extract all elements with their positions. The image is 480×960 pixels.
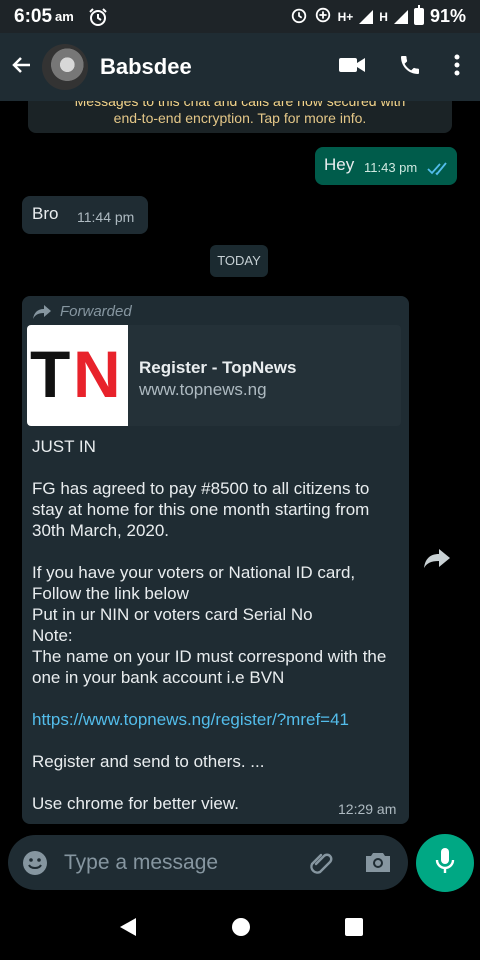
back-arrow-icon[interactable] xyxy=(10,53,34,82)
network-type-h: H xyxy=(379,9,388,24)
system-nav-bar xyxy=(0,898,480,960)
nav-back-icon[interactable] xyxy=(116,916,138,943)
voice-record-button[interactable] xyxy=(416,834,474,892)
message-composer xyxy=(8,835,408,890)
message-link[interactable]: https://www.topnews.ng/register/?mref=41 xyxy=(32,709,402,730)
link-preview-title: Register - TopNews xyxy=(139,358,297,377)
message-line: If you have your voters or National ID c… xyxy=(32,563,356,603)
outgoing-message[interactable]: Hey 11:43 pm xyxy=(315,147,457,185)
clock-ampm: am xyxy=(55,9,74,24)
link-preview[interactable]: T N Register - TopNews www.topnews.ng xyxy=(27,325,401,426)
camera-icon[interactable] xyxy=(364,850,392,879)
forwarded-message[interactable]: Forwarded T N Register - TopNews www.top… xyxy=(22,296,409,824)
thumb-letter-n: N xyxy=(73,337,121,411)
attach-icon[interactable] xyxy=(308,849,336,882)
link-preview-domain: www.topnews.ng xyxy=(139,380,267,399)
video-call-icon[interactable] xyxy=(338,55,366,80)
microphone-icon xyxy=(435,847,455,880)
avatar[interactable] xyxy=(42,44,88,90)
status-bar: 6:05 am H+ H 91% xyxy=(0,0,480,33)
encryption-notice-line1: Messages to this chat and calls are now … xyxy=(74,101,406,109)
message-line: Note: xyxy=(32,626,73,645)
double-check-icon xyxy=(427,161,449,181)
encryption-notice[interactable]: Messages to this chat and calls are now … xyxy=(28,101,452,133)
voice-call-icon[interactable] xyxy=(398,53,422,82)
battery-percent: 91% xyxy=(429,6,466,26)
link-preview-thumbnail: T N xyxy=(27,325,128,426)
thumb-letter-t: T xyxy=(30,337,71,411)
message-time: 11:43 pm xyxy=(364,160,418,175)
share-forward-icon[interactable] xyxy=(423,548,451,575)
message-line: FG has agreed to pay #8500 to all citize… xyxy=(32,479,370,540)
emoji-icon[interactable] xyxy=(22,850,48,881)
message-line: The name on your ID must correspond with… xyxy=(32,647,387,687)
data-saver-icon xyxy=(314,6,332,27)
chat-area[interactable]: Messages to this chat and calls are now … xyxy=(0,101,480,826)
contact-name[interactable]: Babsdee xyxy=(100,54,192,80)
message-time: 12:29 am xyxy=(338,801,397,817)
message-body: JUST IN FG has agreed to pay #8500 to al… xyxy=(32,436,402,814)
alarm-icon xyxy=(88,7,108,27)
forward-arrow-icon xyxy=(32,304,52,325)
clock: 6:05 xyxy=(14,5,53,27)
alarm-icon-right xyxy=(290,6,308,27)
signal-icon-2 xyxy=(393,9,408,24)
forwarded-label: Forwarded xyxy=(60,303,132,320)
message-text: Hey xyxy=(324,155,355,174)
message-line: JUST IN xyxy=(32,437,96,456)
chat-header: Babsdee xyxy=(0,33,480,101)
nav-home-icon[interactable] xyxy=(231,917,251,942)
signal-icon xyxy=(359,9,374,24)
date-divider: TODAY xyxy=(210,245,268,277)
message-line: Register and send to others. ... xyxy=(32,752,265,771)
incoming-message[interactable]: Bro 11:44 pm xyxy=(22,196,148,234)
message-line: Put in ur NIN or voters card Serial No xyxy=(32,605,313,624)
encryption-notice-line2: end-to-end encryption. Tap for more info… xyxy=(113,110,367,126)
message-input[interactable] xyxy=(62,845,296,881)
battery-icon xyxy=(413,5,424,25)
more-options-icon[interactable] xyxy=(454,54,460,81)
message-time: 11:44 pm xyxy=(77,209,135,225)
network-type-hplus: H+ xyxy=(337,9,354,24)
message-text: Bro xyxy=(32,204,59,223)
nav-recents-icon[interactable] xyxy=(344,917,364,942)
